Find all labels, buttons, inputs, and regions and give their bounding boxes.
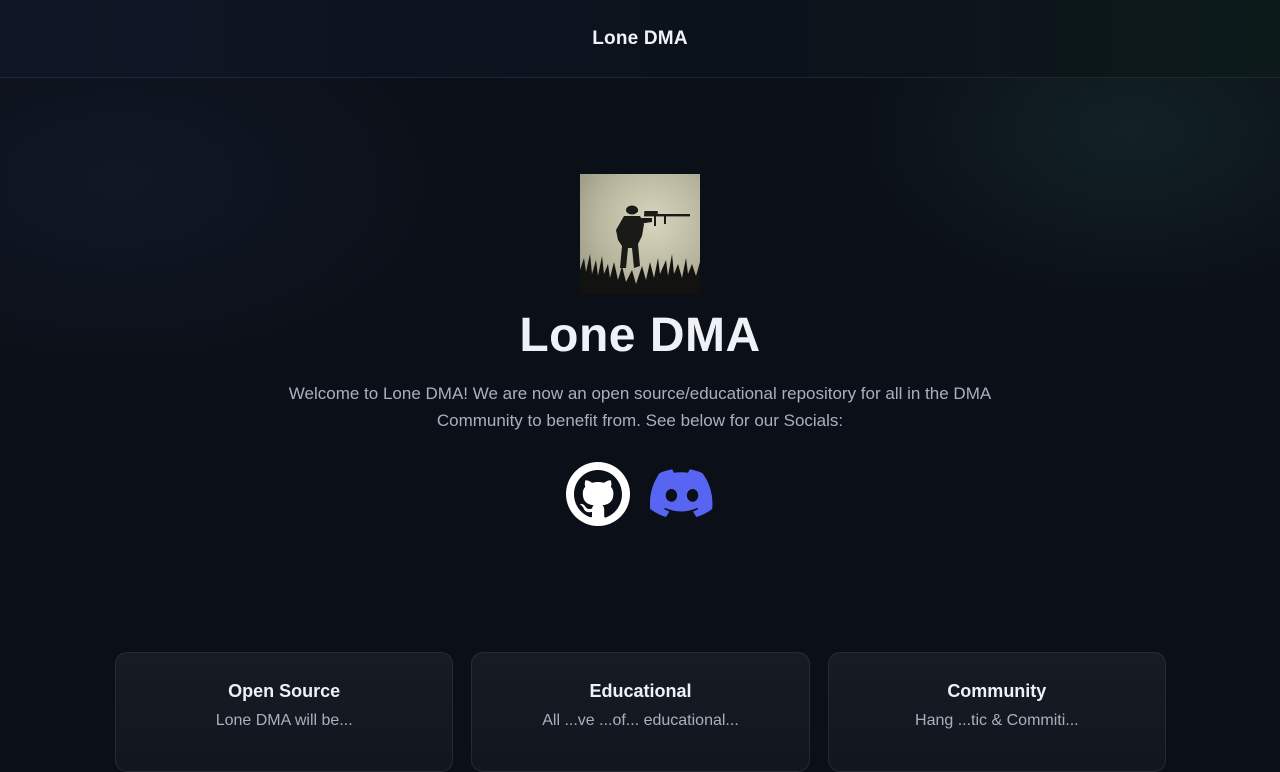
card-title: Open Source: [228, 681, 341, 701]
card-open-source: Open Source Lone DMA will be...: [115, 652, 454, 772]
card-title: Community: [947, 681, 1047, 701]
github-icon: [566, 462, 630, 526]
card-text: All ...ve ...of... educational...: [542, 712, 739, 729]
page-title: Lone DMA: [519, 309, 761, 362]
discord-icon: [649, 469, 713, 517]
social-links: [0, 462, 1280, 526]
card-title: Educational: [589, 681, 692, 701]
github-link[interactable]: [566, 462, 630, 526]
site-header: Lone DMA: [0, 0, 1280, 78]
header-title[interactable]: Lone DMA: [592, 28, 688, 50]
card-text: Lone DMA will be...: [215, 712, 353, 729]
logo-image: [580, 174, 700, 294]
sniper-silhouette-image: [580, 205, 700, 294]
card-educational: Educational All ...ve ...of... education…: [471, 652, 810, 772]
hero-description: Welcome to Lone DMA! We are now an open …: [288, 384, 992, 430]
feature-cards: Open Source Lone DMA will be... Educatio…: [115, 652, 1166, 772]
discord-link[interactable]: [649, 462, 714, 526]
card-text: Hang ...tic & Commiti...: [915, 712, 1079, 729]
card-community: Community Hang ...tic & Commiti...: [827, 652, 1166, 772]
